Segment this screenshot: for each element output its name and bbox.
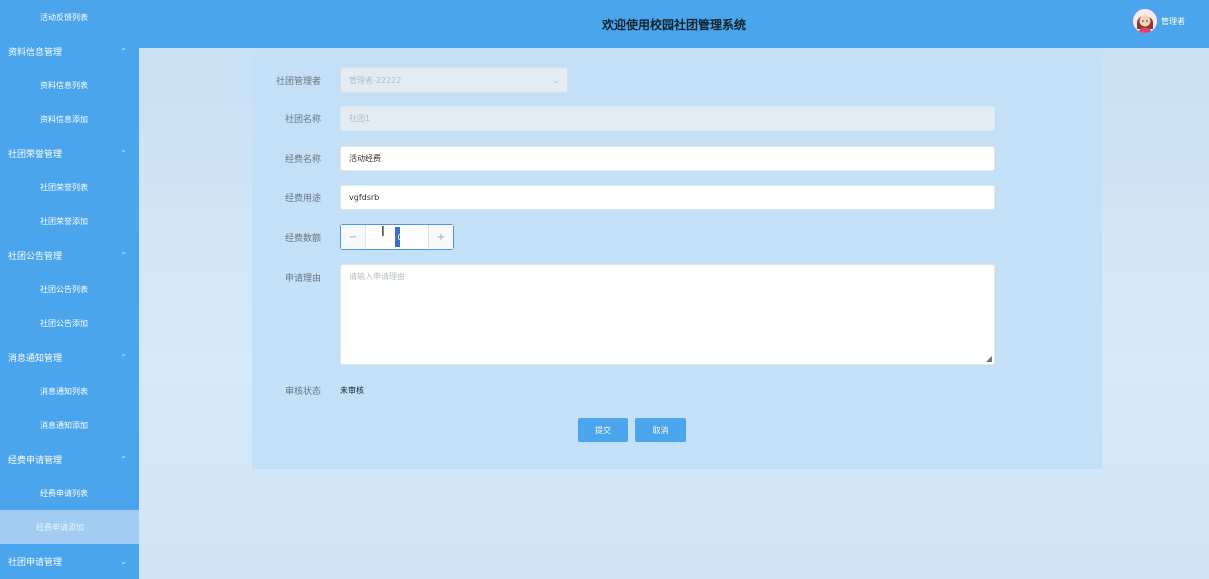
user-name[interactable]: 管理者: [1161, 16, 1185, 27]
sidebar-item[interactable]: 资料信息列表: [0, 68, 139, 102]
page-title: 欢迎使用校园社团管理系统: [601, 17, 746, 32]
sidebar-item-label: 经费申请列表: [40, 488, 88, 498]
review-status-label: 审核状态: [284, 387, 321, 397]
sidebar-item[interactable]: 活动反馈列表: [0, 0, 139, 34]
club-name-input[interactable]: 社团1: [340, 106, 995, 131]
sidebar-group-label: 社团申请管理: [8, 557, 63, 568]
chevron-up-icon: ⌃: [120, 454, 127, 464]
club-name-label: 社团名称: [284, 115, 321, 125]
sidebar-group-label: 资料信息管理: [8, 47, 63, 58]
chevron-up-icon: ⌃: [120, 148, 127, 158]
sidebar-item-label: 活动反馈列表: [40, 12, 88, 22]
chevron-down-icon: ⌄: [552, 75, 559, 85]
reason-textarea[interactable]: 请输入申请理由 ◢: [340, 264, 995, 365]
fund-amount-row: 经费数额 − I 0 +: [252, 224, 454, 250]
sidebar-group[interactable]: 社团公告管理 ⌃: [0, 238, 139, 272]
manager-row: 社团管理者 管理者-22222 ⌄: [252, 67, 568, 93]
manager-select-value: 管理者-22222: [349, 75, 402, 85]
sidebar-menu: 活动反馈列表 资料信息管理 ⌃ 资料信息列表 资料信息添加 社团荣誉管理 ⌃ 社团荣誉列表 社团…: [0, 0, 139, 579]
club-name-row: 社团名称 社团1: [252, 106, 995, 131]
avatar[interactable]: [1133, 9, 1157, 33]
review-status-row: 审核状态 未审核: [252, 384, 364, 397]
cancel-button[interactable]: 取消: [635, 418, 686, 442]
sidebar-item-label: 资料信息列表: [40, 80, 88, 90]
reason-label: 申请理由: [284, 274, 321, 284]
sidebar-item[interactable]: 消息通知列表: [0, 374, 139, 408]
sidebar-item-label: 社团公告列表: [40, 284, 88, 294]
fund-name-input[interactable]: 活动经费: [340, 146, 995, 171]
sidebar-group-label: 经费申请管理: [8, 455, 63, 466]
sidebar-item[interactable]: 社团荣誉列表: [0, 170, 139, 204]
decrement-button[interactable]: −: [341, 225, 366, 249]
sidebar-group-label: 社团荣誉管理: [8, 149, 63, 160]
fund-amount-label: 经费数额: [284, 233, 321, 244]
sidebar-item[interactable]: 资料信息添加: [0, 102, 139, 136]
manager-label: 社团管理者: [275, 76, 321, 87]
sidebar-item[interactable]: 社团公告列表: [0, 272, 139, 306]
chevron-up-icon: ⌃: [120, 352, 127, 362]
resize-handle-icon[interactable]: ◢: [986, 354, 992, 363]
sidebar-item[interactable]: 经费申请添加: [0, 510, 139, 544]
fund-usage-input[interactable]: vgfdsrb: [340, 185, 995, 210]
sidebar-item[interactable]: 消息通知添加: [0, 408, 139, 442]
fund-amount-stepper[interactable]: − I 0 +: [340, 224, 454, 250]
top-header: 欢迎使用校园社团管理系统 管理者: [139, 0, 1209, 48]
review-status-value: 未审核: [340, 386, 364, 395]
chevron-up-icon: ⌃: [120, 46, 127, 56]
increment-button[interactable]: +: [428, 225, 453, 249]
fund-usage-row: 经费用途 vgfdsrb: [252, 185, 995, 210]
fund-name-row: 经费名称 活动经费: [252, 146, 995, 171]
fund-amount-value: 0: [397, 232, 403, 242]
manager-select[interactable]: 管理者-22222 ⌄: [340, 67, 568, 93]
sidebar-group[interactable]: 资料信息管理 ⌃: [0, 34, 139, 68]
text-cursor-icon: I: [381, 225, 385, 240]
sidebar-group-label: 消息通知管理: [8, 353, 63, 364]
main-content: 社团管理者 管理者-22222 ⌄ 社团名称 社团1 经费名称 活动经费 经费用…: [139, 48, 1209, 579]
sidebar-item-label: 资料信息添加: [40, 114, 88, 124]
sidebar-group-label: 社团公告管理: [8, 251, 63, 262]
sidebar-item[interactable]: 社团公告添加: [0, 306, 139, 340]
chevron-up-icon: ⌃: [120, 250, 127, 260]
sidebar-item-label: 经费申请添加: [36, 522, 84, 532]
reason-row: 申请理由 请输入申请理由 ◢: [252, 264, 995, 365]
sidebar-item-label: 消息通知添加: [40, 420, 88, 430]
submit-button[interactable]: 提交: [578, 418, 628, 442]
sidebar-group[interactable]: 经费申请管理 ⌃: [0, 442, 139, 476]
sidebar-item-label: 社团荣誉添加: [40, 216, 88, 226]
sidebar-item-label: 社团公告添加: [40, 318, 88, 328]
sidebar-item-label: 社团荣誉列表: [40, 182, 88, 192]
reason-placeholder: 请输入申请理由: [349, 272, 405, 281]
fund-usage-label: 经费用途: [284, 194, 321, 204]
sidebar-group[interactable]: 社团申请管理 ⌄: [0, 544, 139, 578]
fund-amount-input[interactable]: I 0: [366, 225, 428, 249]
sidebar-item-label: 消息通知列表: [40, 386, 88, 396]
sidebar-item[interactable]: 经费申请列表: [0, 476, 139, 510]
fund-application-form: 社团管理者 管理者-22222 ⌄ 社团名称 社团1 经费名称 活动经费 经费用…: [252, 54, 1102, 469]
chevron-down-icon: ⌄: [120, 556, 127, 566]
fund-name-label: 经费名称: [284, 155, 321, 165]
sidebar-item[interactable]: 社团荣誉添加: [0, 204, 139, 238]
sidebar-group[interactable]: 社团荣誉管理 ⌃: [0, 136, 139, 170]
user-avatar-icon: [1133, 9, 1157, 33]
sidebar-group[interactable]: 消息通知管理 ⌃: [0, 340, 139, 374]
user-menu[interactable]: 管理者: [1133, 9, 1185, 33]
